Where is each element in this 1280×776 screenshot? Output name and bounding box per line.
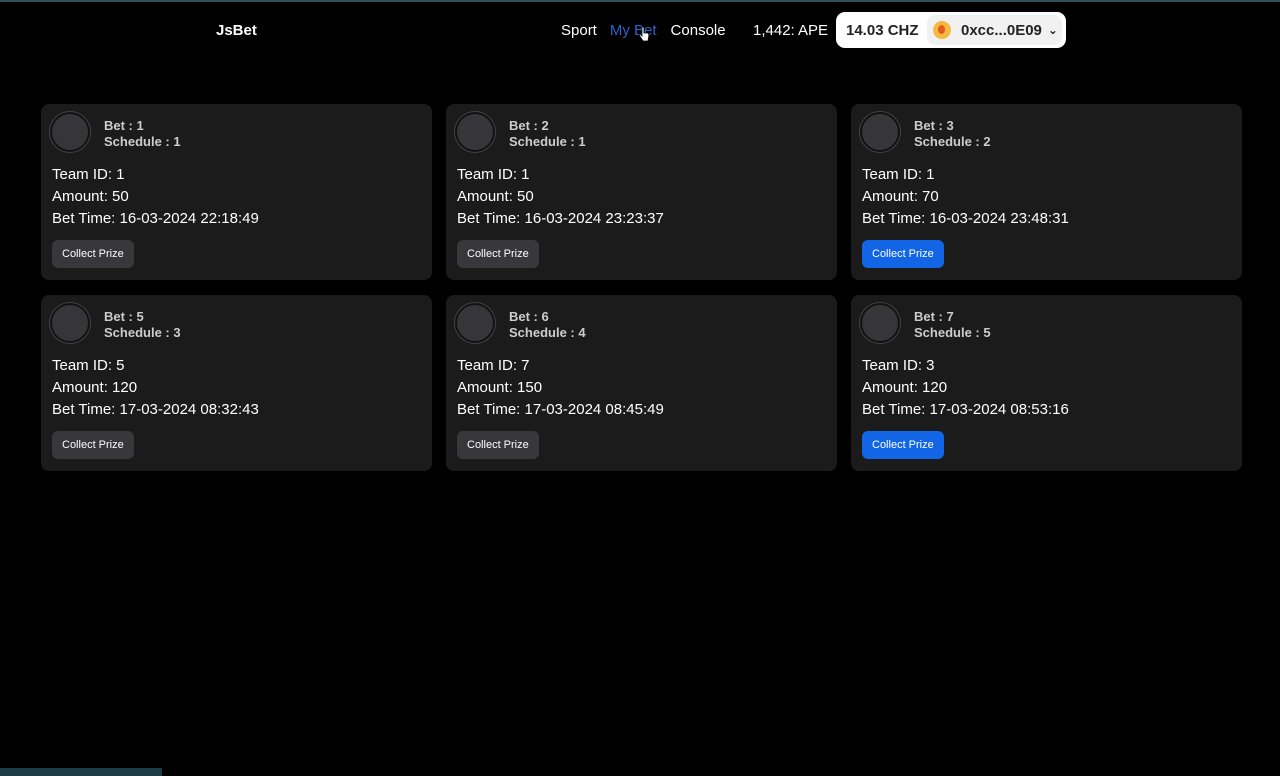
amount: Amount: 150: [457, 379, 543, 396]
schedule-number: Schedule : 2: [914, 134, 991, 149]
bet-card: Bet : 3 Schedule : 2 Team ID: 1 Amount: …: [851, 104, 1242, 280]
status-bar: [0, 768, 162, 776]
bet-number: Bet : 3: [914, 118, 954, 133]
token-icon: [933, 21, 951, 39]
bet-time: Bet Time: 16-03-2024 23:48:31: [862, 210, 1069, 227]
mouse-cursor-icon: [638, 26, 650, 42]
nav-console[interactable]: Console: [671, 22, 726, 39]
collect-prize-button[interactable]: Collect Prize: [52, 431, 134, 459]
bet-card: Bet : 5 Schedule : 3 Team ID: 5 Amount: …: [41, 295, 432, 471]
schedule-number: Schedule : 5: [914, 325, 991, 340]
collect-prize-button[interactable]: Collect Prize: [862, 431, 944, 459]
bet-card: Bet : 7 Schedule : 5 Team ID: 3 Amount: …: [851, 295, 1242, 471]
bet-time: Bet Time: 17-03-2024 08:53:16: [862, 401, 1069, 418]
team-id: Team ID: 1: [862, 166, 935, 183]
avatar: [860, 112, 900, 152]
team-id: Team ID: 5: [52, 357, 125, 374]
avatar: [50, 112, 90, 152]
amount: Amount: 120: [52, 379, 138, 396]
amount: Amount: 70: [862, 188, 939, 205]
bet-time: Bet Time: 16-03-2024 23:23:37: [457, 210, 664, 227]
bet-time: Bet Time: 16-03-2024 22:18:49: [52, 210, 259, 227]
bet-time: Bet Time: 17-03-2024 08:32:43: [52, 401, 259, 418]
schedule-number: Schedule : 3: [104, 325, 181, 340]
avatar: [455, 112, 495, 152]
avatar: [860, 303, 900, 343]
account-address: 0xcc...0E09: [961, 21, 1042, 39]
bet-number: Bet : 7: [914, 309, 954, 324]
avatar: [455, 303, 495, 343]
schedule-number: Schedule : 1: [104, 134, 181, 149]
amount: Amount: 120: [862, 379, 948, 396]
bet-number: Bet : 2: [509, 118, 549, 133]
team-id: Team ID: 1: [457, 166, 530, 183]
collect-prize-button[interactable]: Collect Prize: [862, 240, 944, 268]
amount: Amount: 50: [457, 188, 534, 205]
bet-card: Bet : 2 Schedule : 1 Team ID: 1 Amount: …: [446, 104, 837, 280]
header: JsBet Sport My Bet Console 1,442: APE 14…: [0, 0, 1280, 62]
avatar: [50, 303, 90, 343]
chz-balance: 14.03 CHZ: [846, 21, 919, 39]
bet-number: Bet : 1: [104, 118, 144, 133]
ape-balance: 1,442: APE: [753, 22, 829, 39]
amount: Amount: 50: [52, 188, 129, 205]
wallet-widget[interactable]: 14.03 CHZ 0xcc...0E09 ⌄: [836, 12, 1066, 48]
app-logo[interactable]: JsBet: [216, 22, 257, 39]
bet-number: Bet : 6: [509, 309, 549, 324]
collect-prize-button[interactable]: Collect Prize: [457, 240, 539, 268]
schedule-number: Schedule : 4: [509, 325, 586, 340]
nav-sport[interactable]: Sport: [561, 22, 597, 39]
team-id: Team ID: 3: [862, 357, 935, 374]
chevron-down-icon[interactable]: ⌄: [1048, 23, 1058, 37]
team-id: Team ID: 1: [52, 166, 125, 183]
team-id: Team ID: 7: [457, 357, 530, 374]
collect-prize-button[interactable]: Collect Prize: [457, 431, 539, 459]
bet-card: Bet : 6 Schedule : 4 Team ID: 7 Amount: …: [446, 295, 837, 471]
collect-prize-button[interactable]: Collect Prize: [52, 240, 134, 268]
bet-card: Bet : 1 Schedule : 1 Team ID: 1 Amount: …: [41, 104, 432, 280]
bet-number: Bet : 5: [104, 309, 144, 324]
account-button[interactable]: 0xcc...0E09 ⌄: [927, 15, 1062, 45]
schedule-number: Schedule : 1: [509, 134, 586, 149]
bet-time: Bet Time: 17-03-2024 08:45:49: [457, 401, 664, 418]
